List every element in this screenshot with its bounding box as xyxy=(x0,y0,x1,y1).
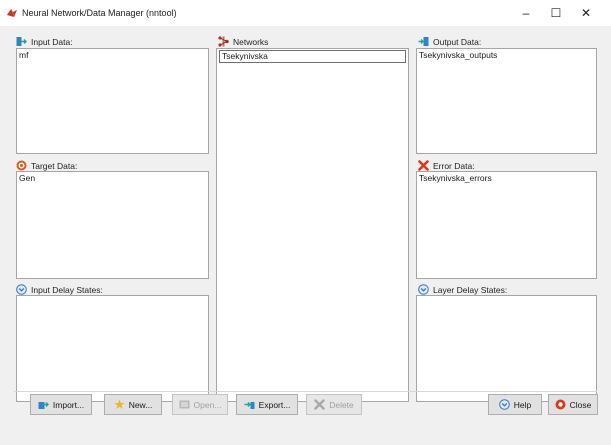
window-title: Neural Network/Data Manager (nntool) xyxy=(22,8,177,18)
close-button-label: Close xyxy=(569,399,592,410)
list-item[interactable]: Tsekynivska_errors xyxy=(419,173,594,184)
output-data-label-text: Output Data: xyxy=(433,36,482,47)
layer-delay-states-list[interactable] xyxy=(416,295,597,402)
input-delay-states-label: Input Delay States: xyxy=(16,284,103,295)
networks-label-text: Networks xyxy=(233,36,269,47)
minimize-button[interactable]: – xyxy=(511,0,541,26)
error-data-label-text: Error Data: xyxy=(433,160,475,171)
new-button[interactable]: New... xyxy=(104,394,162,415)
matlab-logo-icon xyxy=(7,9,17,17)
layer-delay-states-label: Layer Delay States: xyxy=(418,284,507,295)
delete-button[interactable]: Delete xyxy=(306,394,362,415)
delay-states-icon xyxy=(16,284,27,295)
target-data-list[interactable]: Gen xyxy=(16,171,209,279)
input-data-icon xyxy=(16,37,27,46)
new-button-label: New... xyxy=(128,399,153,410)
close-button[interactable]: Close xyxy=(548,394,598,415)
delete-button-label: Delete xyxy=(329,399,354,410)
import-button[interactable]: Import... xyxy=(30,394,92,415)
input-delay-states-label-text: Input Delay States: xyxy=(31,284,103,295)
networks-list[interactable]: Tsekynivska xyxy=(216,48,409,402)
target-data-label: Target Data: xyxy=(16,160,77,171)
new-icon xyxy=(114,399,125,409)
network-icon xyxy=(218,36,229,47)
layer-delay-states-label-text: Layer Delay States: xyxy=(433,284,508,295)
export-button[interactable]: Export... xyxy=(236,394,298,415)
output-data-label: Output Data: xyxy=(418,36,481,47)
help-icon xyxy=(498,399,510,410)
input-delay-states-list[interactable] xyxy=(16,295,209,402)
input-data-list[interactable]: mf xyxy=(16,48,209,154)
input-data-label: Input Data: xyxy=(16,36,73,47)
input-data-label-text: Input Data: xyxy=(31,36,73,47)
close-window-button[interactable]: ✕ xyxy=(571,0,601,26)
output-data-list[interactable]: Tsekynivska_outputs xyxy=(416,48,597,154)
maximize-button[interactable]: ☐ xyxy=(541,0,571,26)
open-button[interactable]: Open... xyxy=(172,394,228,415)
import-button-label: Import... xyxy=(52,399,85,410)
list-item[interactable]: Tsekynivska_outputs xyxy=(419,50,594,61)
help-button-label: Help xyxy=(513,399,532,410)
networks-label: Networks xyxy=(218,36,268,47)
close-icon xyxy=(555,399,566,410)
error-icon xyxy=(418,160,429,171)
error-data-label: Error Data: xyxy=(418,160,475,171)
export-icon xyxy=(244,402,255,409)
help-button[interactable]: Help xyxy=(488,394,542,415)
import-icon xyxy=(38,402,49,409)
delay-states-icon xyxy=(418,284,429,295)
list-item[interactable]: Gen xyxy=(19,173,206,184)
delete-icon xyxy=(314,399,325,410)
list-item[interactable]: mf xyxy=(19,50,206,61)
output-data-icon xyxy=(418,37,429,46)
open-button-label: Open... xyxy=(193,399,222,410)
list-item[interactable]: Tsekynivska xyxy=(219,50,406,63)
error-data-list[interactable]: Tsekynivska_errors xyxy=(416,171,597,279)
open-icon xyxy=(179,400,190,409)
target-icon xyxy=(16,160,27,171)
title-bar: Neural Network/Data Manager (nntool) – ☐… xyxy=(0,0,611,26)
toolbar-divider xyxy=(14,391,597,392)
export-button-label: Export... xyxy=(258,399,291,410)
target-data-label-text: Target Data: xyxy=(31,160,78,171)
